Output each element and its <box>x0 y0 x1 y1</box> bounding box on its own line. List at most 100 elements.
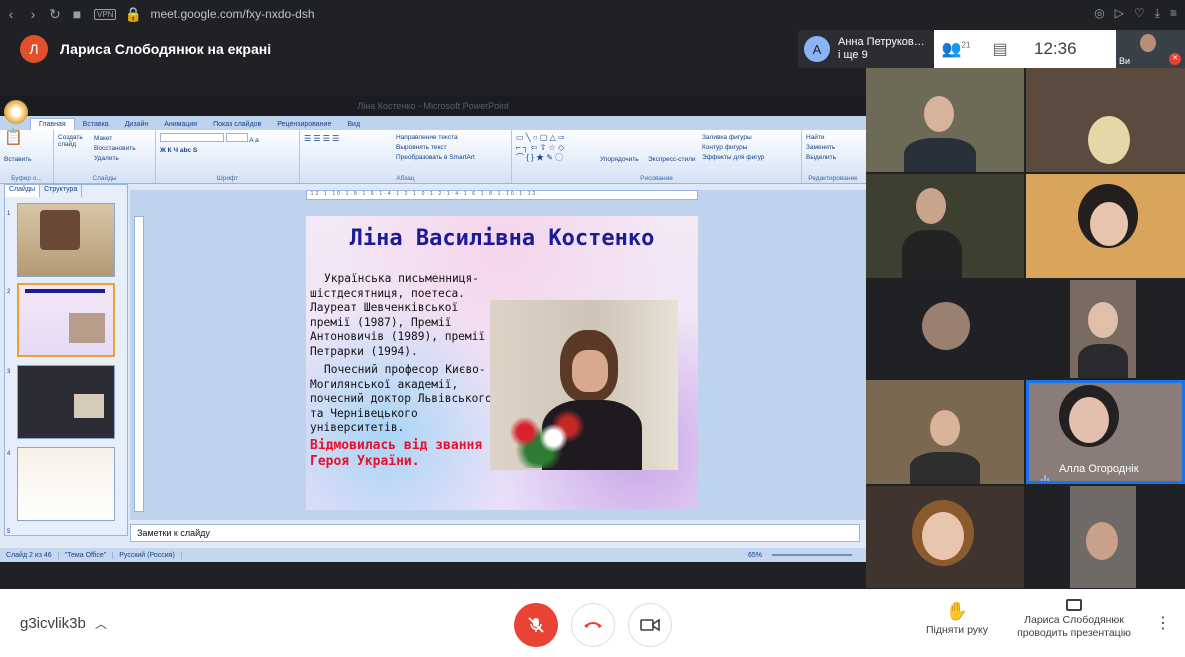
list-icons[interactable]: ☰ ☰ ☰ ☰ <box>304 134 339 143</box>
presenter-title: Лариса Слободянюк на екрані <box>60 41 272 57</box>
new-slide-button[interactable]: Создать слайд <box>58 134 88 148</box>
group-label: Шрифт <box>216 175 239 182</box>
more-options-icon[interactable]: ⋮ <box>1155 613 1171 633</box>
replace-button[interactable]: Заменить <box>806 143 860 153</box>
shrink-font-icon[interactable]: a <box>255 137 259 144</box>
leave-call-button[interactable] <box>571 603 615 647</box>
group-editing: Найти Заменить Выделить Редактирование <box>802 130 864 183</box>
slide-thumbnails-panel: Слайды Структура 1 2 3 4 5 <box>4 184 128 536</box>
raise-hand-button[interactable]: ✋ Підняти руку <box>920 601 994 636</box>
chevron-up-icon[interactable]: ︿ <box>95 615 107 632</box>
presenting-button[interactable]: Лариса Слободянюк проводить презентацію <box>1010 599 1138 640</box>
group-label: Буфер о... <box>11 175 42 182</box>
slide-thumb-2[interactable] <box>17 283 115 357</box>
slide-thumb-1[interactable] <box>17 203 115 277</box>
download-icon[interactable]: ⤓ <box>1155 6 1160 21</box>
shape-fill-button[interactable]: Заливка фигуры <box>702 133 764 143</box>
clock: 12:36 <box>1034 39 1077 58</box>
slide-thumb-4[interactable] <box>17 447 115 521</box>
language[interactable]: Русский (Россия) <box>113 551 182 559</box>
participant-face <box>930 410 960 446</box>
back-icon[interactable]: ‹ <box>0 6 22 22</box>
presentation-header: Л Лариса Слободянюк на екрані <box>0 28 800 70</box>
zoom-slider[interactable] <box>772 554 852 556</box>
notes-field[interactable]: Заметки к слайду <box>130 524 860 542</box>
tab-home[interactable]: Главная <box>30 118 75 130</box>
tab-slides[interactable]: Слайды <box>5 185 41 197</box>
heart-icon[interactable]: ♡ <box>1134 6 1145 21</box>
screenshot-icon[interactable]: ◎ <box>1094 6 1104 21</box>
paste-icon[interactable]: 📋 <box>4 130 49 155</box>
tab-slideshow[interactable]: Показ слайдов <box>205 119 269 130</box>
participant-tile-speaking[interactable]: Алла Огороднік <box>1026 380 1185 484</box>
find-button[interactable]: Найти <box>806 133 860 143</box>
layout-button[interactable]: Макет <box>94 134 136 144</box>
participant-tile[interactable] <box>1070 280 1136 378</box>
paste-button[interactable]: Вставить <box>4 155 49 165</box>
participant-face <box>916 188 946 224</box>
font-name-select[interactable] <box>160 133 224 142</box>
participant-tile[interactable] <box>1070 486 1136 588</box>
tab-view[interactable]: Вид <box>339 119 368 130</box>
current-slide[interactable]: Ліна Василівна Костенко Українська письм… <box>306 216 698 510</box>
avatar <box>922 302 970 350</box>
address-bar[interactable]: meet.google.com/fxy-nxdo-dsh <box>150 7 314 21</box>
smartart-button[interactable]: Преобразовать в SmartArt <box>396 153 475 163</box>
tab-design[interactable]: Дизайн <box>117 119 157 130</box>
participant-grid: Алла Огороднік <box>866 68 1185 588</box>
text-direction-button[interactable]: Направление текста <box>396 133 475 143</box>
participant-face <box>1086 522 1118 560</box>
participant-tile[interactable] <box>1026 68 1185 172</box>
delete-button[interactable]: Удалить <box>94 154 136 164</box>
tab-animation[interactable]: Анимация <box>156 119 205 130</box>
participant-face <box>924 96 954 132</box>
slide-thumb-3[interactable] <box>17 365 115 439</box>
lock-icon[interactable]: 🔒 <box>122 6 144 23</box>
shapes-gallery[interactable]: ▭ ╲ ○ ▢ △ ⇨ ⌐ ┐ ⇦ ⇧ ☆ ◇ ⌒ { } ★ ✎ ◯ <box>516 133 565 163</box>
thumb-photo <box>69 313 105 343</box>
send-icon[interactable]: ▷ <box>1115 6 1124 21</box>
tab-outline[interactable]: Структура <box>40 185 83 197</box>
participant-tile[interactable] <box>866 486 1024 588</box>
select-button[interactable]: Выделить <box>806 153 860 163</box>
forward-icon[interactable]: › <box>22 6 44 22</box>
menu-icon[interactable]: ≡ <box>1170 6 1177 21</box>
font-format-icons[interactable]: Ж К Ч abc S <box>160 146 295 156</box>
zoom-level[interactable]: 65% <box>742 552 768 559</box>
ppt-body: Слайды Структура 1 2 3 4 5 ·12·1·10·1·8·… <box>0 184 866 544</box>
avatar: Л <box>20 35 48 63</box>
people-button[interactable]: 👥21 <box>934 39 978 59</box>
tab-review[interactable]: Рецензирование <box>269 119 339 130</box>
arrange-button[interactable]: Упорядочить <box>600 156 639 163</box>
reload-icon[interactable]: ↻ <box>44 6 66 23</box>
participant-tile[interactable] <box>866 380 1024 484</box>
shape-effects-button[interactable]: Эффекты для фигур <box>702 153 764 163</box>
grow-font-icon[interactable]: A <box>249 137 253 144</box>
shape-outline-button[interactable]: Контур фигуры <box>702 143 764 153</box>
participant-tile[interactable] <box>866 280 1024 378</box>
camera-toggle-button[interactable] <box>628 603 672 647</box>
vpn-badge[interactable]: VPN <box>94 8 117 20</box>
participants-chip[interactable]: А Анна Петруков… і ще 9 <box>798 30 934 68</box>
participant-name: Алла Огороднік <box>1059 463 1139 475</box>
photo-face <box>572 350 608 392</box>
participant-face <box>922 512 964 560</box>
mic-toggle-button[interactable] <box>514 603 558 647</box>
align-text-button[interactable]: Выровнять текст <box>396 143 475 153</box>
participant-face <box>1088 116 1130 164</box>
reset-button[interactable]: Восстановить <box>94 144 136 154</box>
browser-actions: ◎ ▷ ♡ ⤓ ≡ <box>1094 6 1177 21</box>
self-view-tile[interactable]: Ви ✕ <box>1116 30 1185 68</box>
font-size-select[interactable] <box>225 133 248 142</box>
meeting-code[interactable]: g3icvlik3b <box>20 615 86 632</box>
participant-tile[interactable] <box>1026 174 1185 278</box>
tab-insert[interactable]: Вставка <box>75 119 117 130</box>
participant-tile[interactable] <box>866 174 1024 278</box>
ribbon-tabs: Главная Вставка Дизайн Анимация Показ сл… <box>0 116 866 130</box>
chat-button[interactable]: ▤ <box>978 39 1022 59</box>
thumb-photo <box>74 394 104 418</box>
participant-tile[interactable] <box>866 68 1024 172</box>
quick-styles-button[interactable]: Экспресс-стили <box>648 156 696 163</box>
thumb-number: 4 <box>7 451 11 457</box>
office-button-icon[interactable] <box>4 100 28 124</box>
